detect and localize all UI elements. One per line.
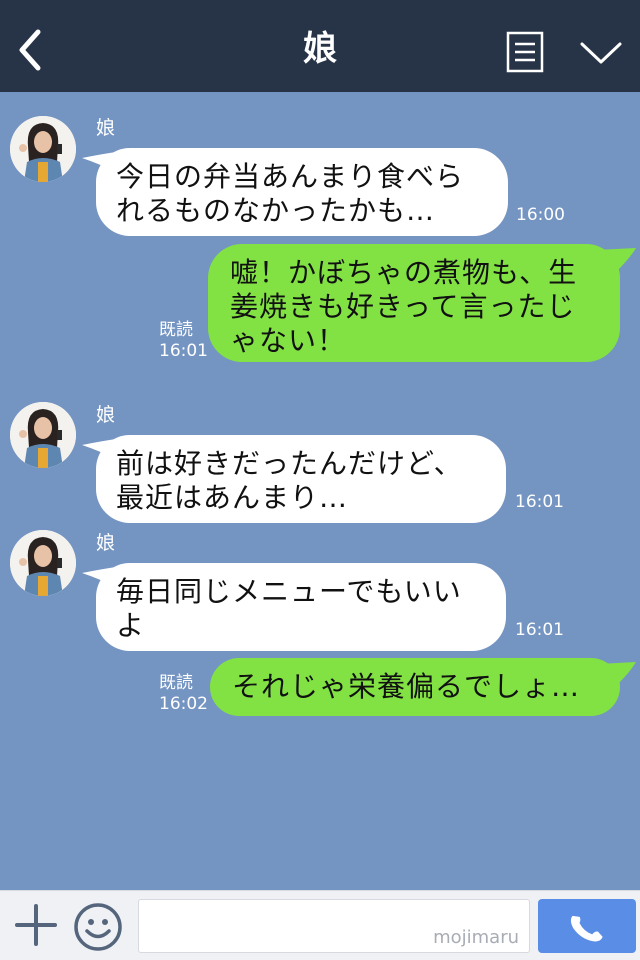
chat-title: 娘	[303, 29, 337, 69]
note-button[interactable]	[506, 31, 544, 73]
phone-icon	[570, 915, 603, 942]
add-button[interactable]	[14, 903, 58, 947]
message-line: 前は好きだったんだけど、	[116, 447, 463, 480]
message-line: れるものなかったかも…	[116, 194, 436, 227]
avatar[interactable]	[10, 116, 76, 182]
message-line: 嘘！かぼちゃの煮物も、生	[230, 256, 578, 289]
chat-header: 娘	[0, 0, 640, 92]
message-time: 16:01	[515, 492, 564, 512]
message-line: それじゃ栄養偏るでしょ…	[232, 670, 581, 703]
call-button[interactable]	[538, 899, 636, 953]
plus-icon	[15, 904, 57, 946]
message-line: よ	[116, 609, 146, 642]
message-bubble[interactable]: 今日の弁当あんまり食べら れるものなかったかも…	[96, 148, 508, 236]
message-bubble[interactable]: それじゃ栄養偏るでしょ…	[210, 658, 620, 716]
watermark-text: mojimaru	[433, 927, 519, 948]
note-icon	[506, 31, 544, 73]
message-line: 姜焼きも好きって言ったじ	[230, 290, 576, 323]
sender-name: 娘	[96, 117, 116, 139]
avatar-photo	[10, 530, 76, 596]
message-time: 16:01	[515, 620, 564, 640]
smiley-icon	[74, 903, 122, 951]
message-bubble[interactable]: 前は好きだったんだけど、 最近はあんまり…	[96, 435, 506, 523]
message-line: 最近はあんまり…	[116, 481, 349, 514]
message-line: 今日の弁当あんまり食べら	[116, 160, 465, 193]
message-time: 16:01	[159, 341, 208, 361]
input-bar: mojimaru	[0, 890, 640, 960]
chat-area[interactable]: 娘 今日の弁当あんまり食べら れるものなかったかも… 16:00 嘘！かぼちゃの…	[0, 92, 640, 890]
read-receipt: 既読	[159, 673, 193, 693]
avatar[interactable]	[10, 402, 76, 468]
message-input[interactable]: mojimaru	[138, 899, 530, 953]
message-time: 16:02	[159, 694, 208, 714]
message-bubble[interactable]: 嘘！かぼちゃの煮物も、生 姜焼きも好きって言ったじ ゃない！	[208, 244, 620, 362]
message-bubble[interactable]: 毎日同じメニューでもいい よ	[96, 563, 506, 651]
message-line: 毎日同じメニューでもいい	[116, 575, 462, 608]
emoji-button[interactable]	[72, 901, 124, 953]
avatar[interactable]	[10, 530, 76, 596]
message-line: ゃない！	[230, 324, 347, 357]
read-receipt: 既読	[159, 320, 193, 340]
menu-toggle-button[interactable]	[578, 38, 624, 68]
avatar-photo	[10, 116, 76, 182]
chevron-down-icon	[580, 42, 622, 64]
sender-name: 娘	[96, 532, 116, 554]
sender-name: 娘	[96, 404, 116, 426]
avatar-photo	[10, 402, 76, 468]
message-time: 16:00	[516, 205, 565, 225]
